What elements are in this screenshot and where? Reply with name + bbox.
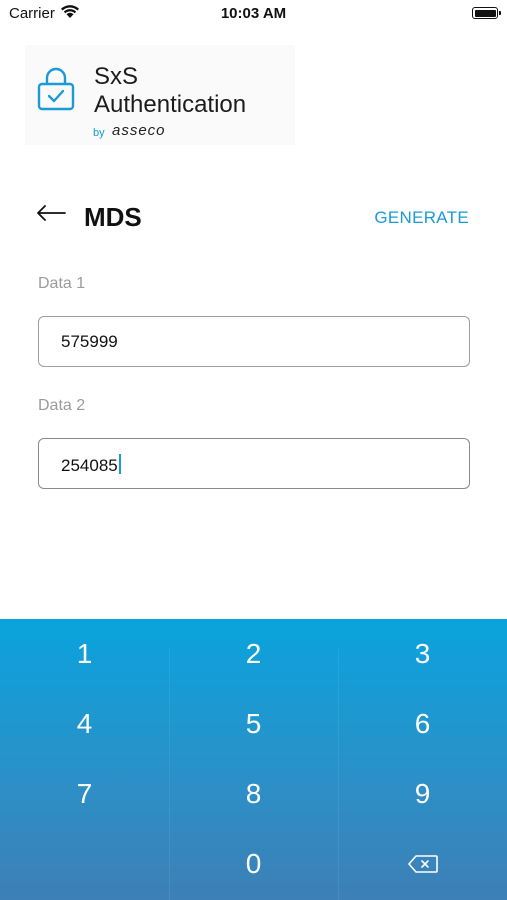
page-title: MDS (84, 202, 142, 232)
battery-icon (472, 7, 501, 19)
backspace-key[interactable] (338, 829, 507, 899)
data2-input[interactable]: 254085 (38, 438, 470, 489)
data2-value: 254085 (61, 456, 118, 475)
status-bar: Carrier 10:03 AM (0, 0, 507, 30)
numeric-keypad: 1 2 3 4 5 6 7 8 9 0 (0, 619, 507, 900)
key-6[interactable]: 6 (338, 689, 507, 759)
text-cursor (118, 454, 121, 474)
back-arrow-icon[interactable] (36, 204, 66, 227)
backspace-icon (407, 848, 438, 880)
key-5[interactable]: 5 (169, 689, 338, 759)
key-8[interactable]: 8 (169, 759, 338, 829)
data2-value-wrap: 254085 (61, 454, 121, 476)
data1-label: Data 1 (38, 275, 86, 292)
app-logo: SxS Authentication by asseco (25, 45, 295, 145)
key-0[interactable]: 0 (169, 829, 338, 899)
key-2[interactable]: 2 (169, 619, 338, 689)
logo-title-line2: Authentication (94, 91, 247, 118)
data1-input[interactable]: 575999 (38, 316, 470, 367)
key-1[interactable]: 1 (0, 619, 169, 689)
lock-icon (37, 67, 75, 116)
logo-brand: asseco (112, 122, 166, 139)
data1-value: 575999 (61, 332, 118, 351)
logo-title: SxS Authentication (94, 63, 246, 119)
logo-by: by (93, 127, 105, 139)
key-7[interactable]: 7 (0, 759, 169, 829)
generate-button[interactable]: GENERATE (374, 208, 469, 228)
key-3[interactable]: 3 (338, 619, 507, 689)
key-4[interactable]: 4 (0, 689, 169, 759)
logo-title-line1: SxS (94, 63, 139, 90)
data2-label: Data 2 (38, 397, 86, 414)
status-time: 10:03 AM (220, 5, 287, 22)
key-9[interactable]: 9 (338, 759, 507, 829)
